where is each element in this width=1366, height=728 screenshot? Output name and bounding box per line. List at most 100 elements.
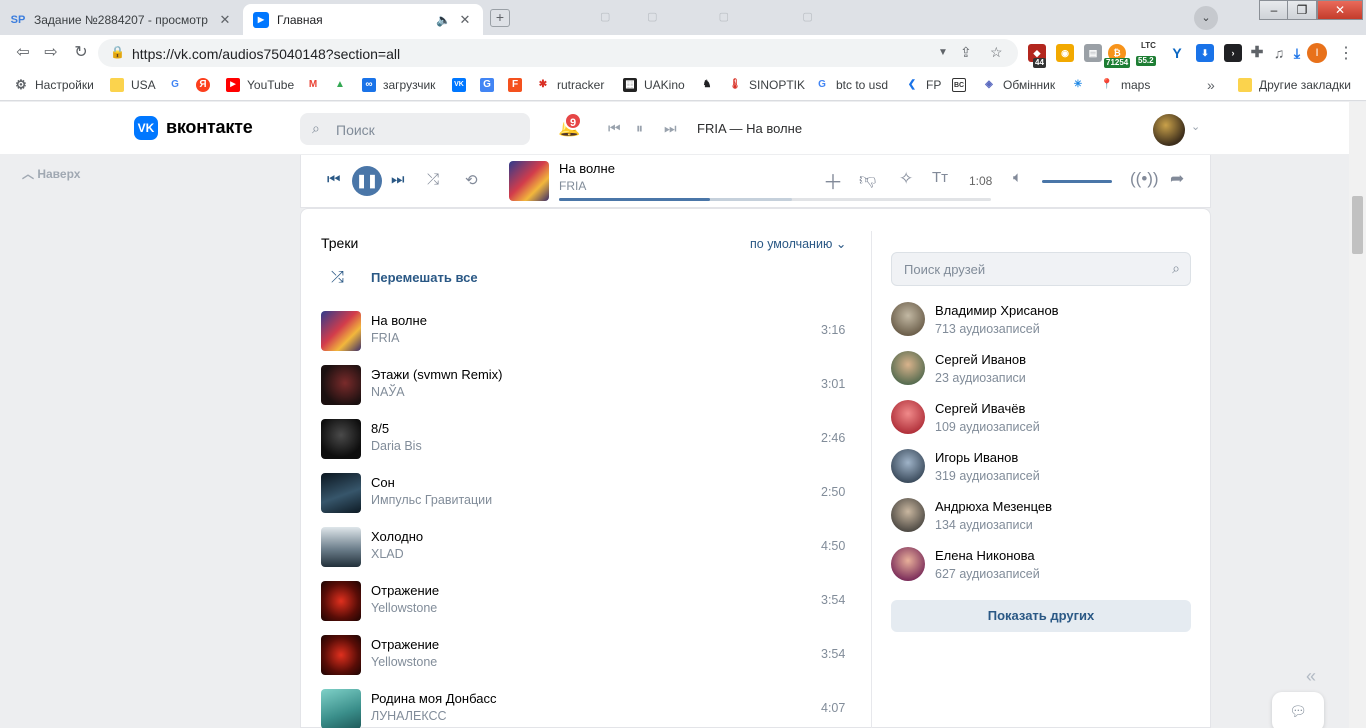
- friend-name[interactable]: Сергей Ивачёв: [935, 401, 1025, 416]
- tab-task[interactable]: SP Задание №2884207 - просмотр з ✕: [0, 4, 243, 35]
- bookmark-item[interactable]: ▶ YouTube: [226, 78, 294, 92]
- bookmark-item[interactable]: Gbtc to usd: [815, 78, 888, 92]
- sparkle-icon[interactable]: ✧: [899, 169, 913, 189]
- track-row[interactable]: Этажи (svmwn Remix) NAЎA 3:01: [321, 363, 851, 407]
- show-more-friends-button[interactable]: Показать других: [891, 600, 1191, 632]
- bookmark-item[interactable]: ∞ загрузчик: [362, 78, 435, 92]
- puzzle-icon[interactable]: ✚: [1248, 44, 1266, 62]
- pause-icon[interactable]: ⏸: [636, 120, 643, 137]
- friend-item[interactable]: Елена Никонова 627 аудиозаписей: [891, 545, 1191, 589]
- bookmark-item[interactable]: ◈ Обмінник: [982, 78, 1055, 92]
- bookmark-item[interactable]: F: [508, 78, 529, 92]
- tab-search-icon[interactable]: ⌄: [1194, 6, 1218, 30]
- friend-item[interactable]: Сергей Иванов 23 аудиозаписи: [891, 349, 1191, 393]
- close-window-button[interactable]: ✕: [1317, 0, 1363, 20]
- vk-logo-icon[interactable]: VK: [134, 116, 158, 140]
- download-extension-icon[interactable]: ⬇: [1196, 44, 1214, 62]
- dislike-icon[interactable]: 👎︎: [859, 169, 876, 190]
- url-text[interactable]: https://vk.com/audios75040148?section=al…: [132, 46, 400, 62]
- bookmark-item[interactable]: VK: [452, 78, 473, 92]
- chevron-down-icon[interactable]: ⌄: [1191, 120, 1200, 133]
- collapse-icon[interactable]: «: [1306, 666, 1316, 687]
- bookmark-item[interactable]: USA: [110, 78, 156, 92]
- bookmark-item[interactable]: ❮ FP: [905, 78, 942, 92]
- track-row[interactable]: Сон Импульс Гравитации 2:50: [321, 471, 851, 515]
- reload-icon[interactable]: ↻: [70, 43, 92, 63]
- track-row[interactable]: Холодно XLAD 4:50: [321, 525, 851, 569]
- next-track-icon[interactable]: ⏭: [664, 120, 677, 137]
- track-artist[interactable]: Импульс Гравитации: [371, 493, 492, 507]
- friend-item[interactable]: Игорь Иванов 319 аудиозаписей: [891, 447, 1191, 491]
- minimize-button[interactable]: –: [1259, 0, 1289, 20]
- user-avatar[interactable]: [1153, 114, 1185, 146]
- menu-icon[interactable]: ⋮: [1338, 43, 1354, 63]
- friend-name[interactable]: Андрюха Мезенцев: [935, 499, 1052, 514]
- friend-name[interactable]: Игорь Иванов: [935, 450, 1018, 465]
- track-artist[interactable]: XLAD: [371, 547, 404, 561]
- back-to-top-link[interactable]: ︿ Наверх: [22, 165, 80, 182]
- player-artist[interactable]: FRIA: [559, 179, 586, 193]
- bookmark-item[interactable]: ✳: [1071, 78, 1092, 92]
- track-artist[interactable]: ЛУНАЛЕКСС: [371, 709, 447, 723]
- forward-icon[interactable]: ⇨: [40, 43, 62, 63]
- volume-icon[interactable]: 🔈︎: [1013, 169, 1022, 186]
- bookmark-item[interactable]: 📍 maps: [1100, 78, 1151, 92]
- maximize-button[interactable]: ❐: [1287, 0, 1317, 20]
- address-bar[interactable]: 🔒 https://vk.com/audios75040148?section=…: [98, 39, 1018, 67]
- friend-item[interactable]: Андрюха Мезенцев 134 аудиозаписи: [891, 496, 1191, 540]
- bookmark-item[interactable]: BC: [952, 78, 973, 92]
- pause-button[interactable]: ❚❚: [352, 166, 382, 196]
- sort-dropdown[interactable]: по умолчанию ⌄: [750, 236, 846, 251]
- media-icon[interactable]: ♫: [1270, 44, 1288, 62]
- prev-track-icon[interactable]: ⏮: [608, 120, 621, 137]
- header-now-playing[interactable]: FRIA — На волне: [697, 121, 802, 136]
- scrollbar[interactable]: [1349, 102, 1366, 728]
- add-icon[interactable]: ＋: [823, 166, 843, 195]
- bookmark-item[interactable]: ▲: [333, 78, 354, 92]
- track-row[interactable]: Отражение Yellowstone 3:54: [321, 579, 851, 623]
- prev-track-icon[interactable]: ⏮: [327, 171, 341, 188]
- bookmark-item[interactable]: G: [480, 78, 501, 92]
- broadcast-icon[interactable]: ((•)): [1130, 169, 1159, 189]
- chat-icon[interactable]: 💬︎: [1272, 692, 1324, 728]
- bookmark-item[interactable]: ♞: [700, 78, 721, 92]
- player-track-title[interactable]: На волне: [559, 161, 615, 176]
- progress-bar[interactable]: [559, 198, 991, 201]
- lyrics-icon[interactable]: Tт: [932, 169, 948, 186]
- volume-slider[interactable]: [1042, 180, 1112, 183]
- share-icon[interactable]: ⇪: [960, 44, 972, 61]
- extension-icon[interactable]: ◉: [1056, 44, 1074, 62]
- close-tab-icon[interactable]: ✕: [217, 12, 233, 28]
- downloads-icon[interactable]: ⤓: [1288, 44, 1306, 62]
- bookmark-item[interactable]: 🌡 SINOPTIK: [728, 78, 805, 92]
- friend-name[interactable]: Елена Никонова: [935, 548, 1035, 563]
- bookmark-item[interactable]: M: [306, 78, 327, 92]
- track-artist[interactable]: Daria Bis: [371, 439, 422, 453]
- track-row[interactable]: Родина моя Донбасс ЛУНАЛЕКСС 4:07: [321, 687, 851, 728]
- extension-icon[interactable]: ›: [1224, 44, 1242, 62]
- track-artist[interactable]: Yellowstone: [371, 655, 437, 669]
- next-track-icon[interactable]: ⏭: [391, 171, 405, 188]
- shuffle-icon[interactable]: ⤮: [427, 171, 439, 188]
- dropdown-arrow-icon[interactable]: ▼: [938, 47, 948, 58]
- lock-icon[interactable]: 🔒: [110, 45, 125, 59]
- track-row[interactable]: На волне FRIA 3:16: [321, 309, 851, 353]
- back-icon[interactable]: ⇦: [12, 43, 34, 63]
- track-artist[interactable]: FRIA: [371, 331, 399, 345]
- friend-item[interactable]: Владимир Хрисанов 713 аудиозаписей: [891, 300, 1191, 344]
- close-tab-icon[interactable]: ✕: [457, 12, 473, 28]
- tab-vk-main[interactable]: ▶ Главная 🔈 ✕: [243, 4, 483, 35]
- shuffle-icon[interactable]: ⤮: [331, 269, 344, 287]
- vk-brand-name[interactable]: вконтакте: [166, 117, 253, 138]
- track-artist[interactable]: Yellowstone: [371, 601, 437, 615]
- track-artist[interactable]: NAЎA: [371, 385, 405, 399]
- bookmark-item[interactable]: ▦ UAKino: [623, 78, 685, 92]
- other-bookmarks-folder[interactable]: Другие закладки: [1238, 78, 1351, 92]
- profile-avatar[interactable]: I: [1307, 43, 1327, 63]
- friends-search-input[interactable]: Поиск друзей ⌕: [891, 252, 1191, 286]
- vk-search-input[interactable]: ⌕ Поиск: [300, 113, 530, 145]
- shuffle-all-button[interactable]: Перемешать все: [371, 270, 478, 285]
- scrollbar-thumb[interactable]: [1352, 196, 1363, 254]
- bookmark-star-icon[interactable]: ☆: [990, 44, 1003, 61]
- extension-icon[interactable]: ▤: [1084, 44, 1102, 62]
